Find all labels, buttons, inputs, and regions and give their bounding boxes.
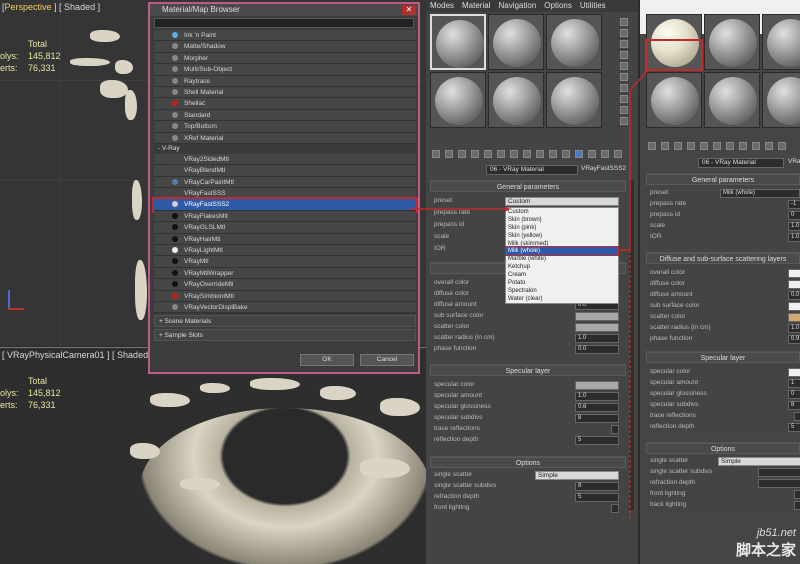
arrow-line: [629, 69, 649, 250]
arrow-head: [505, 206, 510, 212]
annotation-arrows: [410, 39, 703, 520]
watermark: jb51.net 脚本之家: [735, 527, 796, 559]
highlight-box: [645, 39, 703, 71]
